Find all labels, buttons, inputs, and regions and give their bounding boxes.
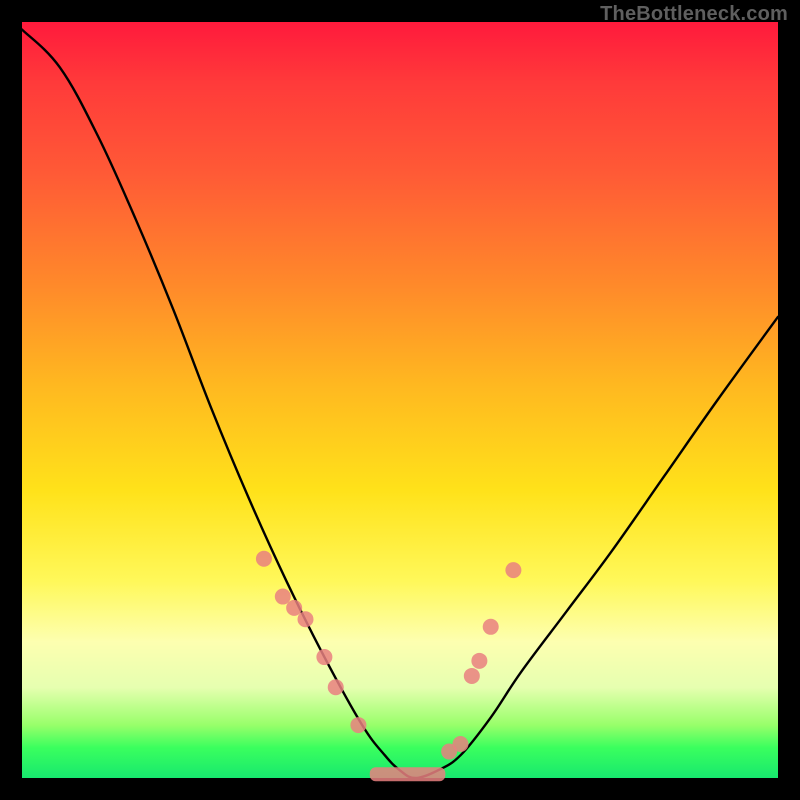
data-point bbox=[275, 589, 291, 605]
data-point bbox=[286, 600, 302, 616]
data-point bbox=[471, 653, 487, 669]
curve-path-group bbox=[22, 30, 778, 778]
plot-area bbox=[22, 22, 778, 778]
data-point bbox=[298, 611, 314, 627]
data-point bbox=[505, 562, 521, 578]
bottom-cluster-bar bbox=[370, 767, 446, 781]
data-point bbox=[452, 736, 468, 752]
data-point bbox=[483, 619, 499, 635]
data-point bbox=[350, 717, 366, 733]
data-point bbox=[464, 668, 480, 684]
watermark-label: TheBottleneck.com bbox=[600, 3, 788, 26]
data-point bbox=[316, 649, 332, 665]
chart-frame: TheBottleneck.com bbox=[0, 0, 800, 800]
data-point bbox=[328, 679, 344, 695]
data-point bbox=[256, 551, 272, 567]
bottleneck-curve bbox=[22, 30, 778, 778]
bottleneck-curve-svg bbox=[22, 22, 778, 778]
